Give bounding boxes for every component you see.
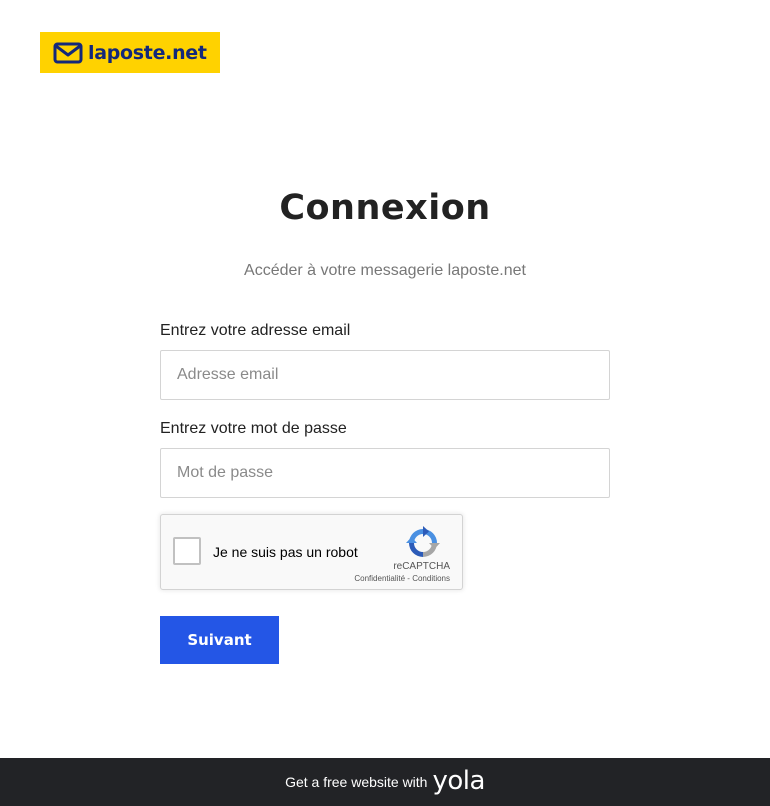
page-subtitle: Accéder à votre messagerie laposte.net xyxy=(244,262,526,279)
recaptcha-label: Je ne suis pas un robot xyxy=(213,544,358,560)
page-title: Connexion xyxy=(279,188,491,228)
login-page: laposte.net Connexion Accéder à votre me… xyxy=(0,0,770,806)
envelope-icon xyxy=(53,42,83,63)
recaptcha-widget: Je ne suis pas un robot reCAPTCHA Confid… xyxy=(160,514,463,590)
footer-text: Get a free website with xyxy=(285,774,428,790)
recaptcha-logo-icon xyxy=(406,526,440,557)
recaptcha-privacy-link[interactable]: Confidentialité xyxy=(354,574,405,583)
recaptcha-checkbox[interactable] xyxy=(173,537,201,565)
footer-bar: Get a free website with yola xyxy=(0,758,770,806)
logo-text: laposte.net xyxy=(88,41,207,64)
submit-button[interactable]: Suivant xyxy=(160,616,279,664)
email-field[interactable] xyxy=(160,350,610,400)
recaptcha-brand: reCAPTCHA xyxy=(393,561,450,572)
recaptcha-terms-link[interactable]: Conditions xyxy=(412,574,450,583)
laposte-logo[interactable]: laposte.net xyxy=(40,32,220,73)
password-field[interactable] xyxy=(160,448,610,498)
password-label: Entrez votre mot de passe xyxy=(160,420,347,437)
recaptcha-links: Confidentialité - Conditions xyxy=(354,574,450,583)
yola-logo[interactable]: yola xyxy=(432,768,485,794)
email-label: Entrez votre adresse email xyxy=(160,322,351,339)
